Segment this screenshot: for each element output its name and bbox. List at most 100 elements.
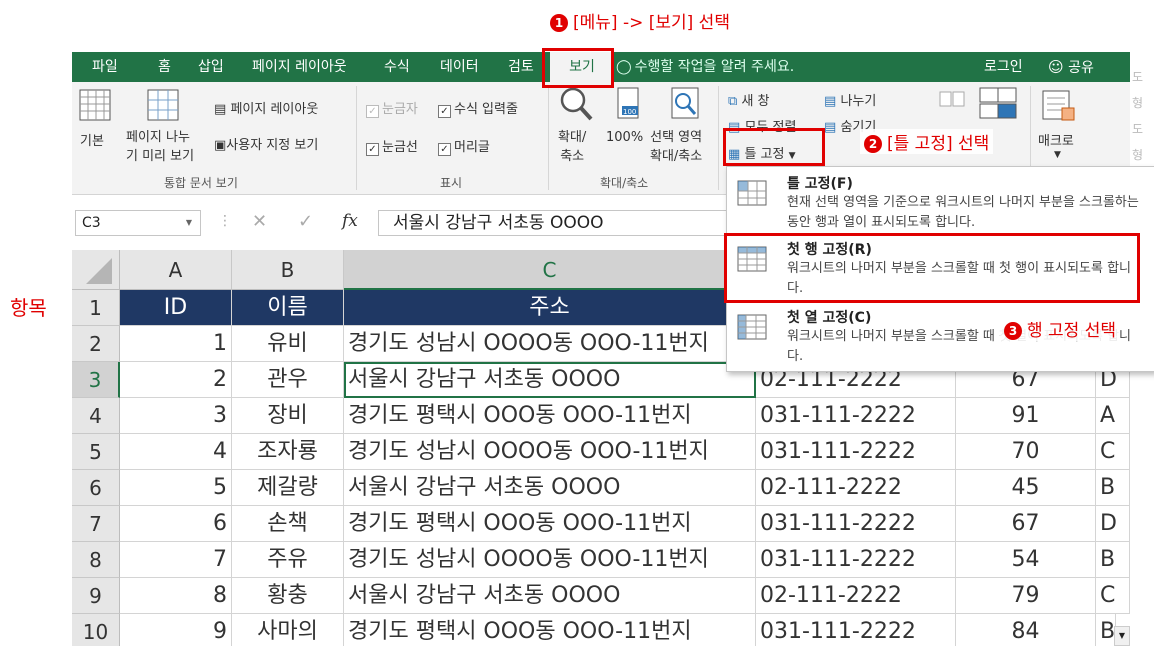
cell-address[interactable]: 경기도 성남시 OOOO동 OOO-11번지 xyxy=(344,326,756,362)
cell-grade[interactable]: B xyxy=(1096,614,1116,646)
formula-bar-checkbox[interactable]: ✓ 수식 입력줄 xyxy=(438,98,518,118)
row-header[interactable]: 5 xyxy=(72,434,120,470)
enter-check-icon[interactable]: ✓ xyxy=(298,211,313,232)
split-button[interactable]: ▤ 나누기 xyxy=(824,90,876,109)
cell-phone[interactable]: 031-111-2222 xyxy=(756,434,956,470)
gridlines-checkbox[interactable]: ✓ 눈금선 xyxy=(366,136,418,156)
cell-address[interactable]: 경기도 평택시 OOO동 OOO-11번지 xyxy=(344,614,756,646)
chevron-down-icon[interactable]: ▼ xyxy=(186,211,192,235)
tab-file[interactable]: 파일 xyxy=(92,52,118,82)
page-layout-view-button[interactable]: ▤ 페이지 레이아웃 xyxy=(214,98,318,117)
tab-home[interactable]: 홈 xyxy=(158,52,171,82)
zoom-selection-icon[interactable] xyxy=(668,86,702,122)
tab-data[interactable]: 데이터 xyxy=(440,52,479,82)
cell-id[interactable]: 8 xyxy=(120,578,232,614)
macro-button[interactable]: 매크로 xyxy=(1038,130,1074,149)
zoom-magnifier-icon[interactable] xyxy=(558,86,594,122)
chevron-down-icon[interactable]: ▼ xyxy=(1054,150,1061,160)
cell-address[interactable]: 경기도 평택시 OOO동 OOO-11번지 xyxy=(344,506,756,542)
share-button[interactable]: ☺ 공유 xyxy=(1048,52,1094,82)
cell-phone[interactable]: 031-111-2222 xyxy=(756,542,956,578)
cell-address[interactable]: 경기도 평택시 OOO동 OOO-11번지 xyxy=(344,398,756,434)
scroll-down-arrow-icon[interactable]: ▼ xyxy=(1114,626,1130,646)
cell-name[interactable]: 관우 xyxy=(232,362,344,398)
header-cell-name[interactable]: 이름 xyxy=(232,290,344,326)
cell-phone[interactable]: 031-111-2222 xyxy=(756,614,956,646)
cell-id[interactable]: 5 xyxy=(120,470,232,506)
cell-score[interactable]: 70 xyxy=(956,434,1096,470)
row-header[interactable]: 6 xyxy=(72,470,120,506)
zoom-button[interactable]: 확대/ 축소 xyxy=(558,128,586,166)
row-header[interactable]: 8 xyxy=(72,542,120,578)
cell-score[interactable]: 45 xyxy=(956,470,1096,506)
tab-review[interactable]: 검토 xyxy=(508,52,534,82)
tell-me-box[interactable]: ◯ 수행할 작업을 알려 주세요. xyxy=(616,52,794,82)
cell-grade[interactable]: A xyxy=(1096,398,1130,434)
row-header[interactable]: 2 xyxy=(72,326,120,362)
cell-name[interactable]: 사마의 xyxy=(232,614,344,646)
cell-score[interactable]: 67 xyxy=(956,506,1096,542)
cell-name[interactable]: 유비 xyxy=(232,326,344,362)
cell-id[interactable]: 1 xyxy=(120,326,232,362)
cell-score[interactable]: 84 xyxy=(956,614,1096,646)
cell-phone[interactable]: 02-111-2222 xyxy=(756,470,956,506)
zoom-100-icon[interactable]: 100 xyxy=(612,86,642,122)
cell-address-selected[interactable]: 서울시 강남구 서초동 OOOO xyxy=(344,362,756,398)
row-header[interactable]: 4 xyxy=(72,398,120,434)
header-cell-address[interactable]: 주소 xyxy=(344,290,756,326)
tab-page-layout[interactable]: 페이지 레이아웃 xyxy=(252,52,347,82)
cell-phone[interactable]: 031-111-2222 xyxy=(756,506,956,542)
cell-grade[interactable]: D xyxy=(1096,506,1130,542)
name-box[interactable]: C3 ▼ xyxy=(75,210,201,236)
insert-function-icon[interactable]: fx xyxy=(342,211,358,231)
headings-checkbox[interactable]: ✓ 머리글 xyxy=(438,136,490,156)
cell-name[interactable]: 장비 xyxy=(232,398,344,434)
ruler-checkbox[interactable]: ✓ 눈금자 xyxy=(366,98,418,118)
cell-address[interactable]: 서울시 강남구 서초동 OOOO xyxy=(344,578,756,614)
cell-id[interactable]: 7 xyxy=(120,542,232,578)
header-cell-id[interactable]: ID xyxy=(120,290,232,326)
cell-grade[interactable]: C xyxy=(1096,578,1130,614)
cell-address[interactable]: 경기도 성남시 OOOO동 OOO-11번지 xyxy=(344,434,756,470)
normal-view-button[interactable] xyxy=(78,88,112,122)
row-header[interactable]: 7 xyxy=(72,506,120,542)
column-header-a[interactable]: A xyxy=(120,250,232,290)
cell-id[interactable]: 6 xyxy=(120,506,232,542)
view-side-by-side-icon[interactable] xyxy=(938,88,968,118)
column-header-b[interactable]: B xyxy=(232,250,344,290)
cell-name[interactable]: 손책 xyxy=(232,506,344,542)
macro-icon[interactable] xyxy=(1040,88,1076,124)
cell-name[interactable]: 제갈량 xyxy=(232,470,344,506)
cell-score[interactable]: 91 xyxy=(956,398,1096,434)
cell-name[interactable]: 황충 xyxy=(232,578,344,614)
cell-phone[interactable]: 031-111-2222 xyxy=(756,398,956,434)
freeze-panes-option[interactable]: 틀 고정(F) 현재 선택 영역을 기준으로 워크시트의 나머지 부분을 스크롤… xyxy=(727,167,1154,233)
page-break-preview-icon[interactable] xyxy=(146,88,180,122)
row-header[interactable]: 3 xyxy=(72,362,120,398)
cell-address[interactable]: 서울시 강남구 서초동 OOOO xyxy=(344,470,756,506)
column-header-c[interactable]: C xyxy=(344,250,756,290)
cell-grade[interactable]: B xyxy=(1096,470,1130,506)
cell-phone[interactable]: 02-111-2222 xyxy=(756,578,956,614)
tab-formulas[interactable]: 수식 xyxy=(384,52,410,82)
zoom-to-selection-button[interactable]: 선택 영역 확대/축소 xyxy=(650,128,702,166)
zoom-100-button[interactable]: 100% xyxy=(606,130,643,145)
cell-grade[interactable]: C xyxy=(1096,434,1130,470)
login-link[interactable]: 로그인 xyxy=(984,52,1023,82)
cell-name[interactable]: 조자룡 xyxy=(232,434,344,470)
page-break-preview-button[interactable]: 페이지 나누 기 미리 보기 xyxy=(126,128,194,166)
cell-id[interactable]: 2 xyxy=(120,362,232,398)
row-header[interactable]: 1 xyxy=(72,290,120,326)
cell-id[interactable]: 3 xyxy=(120,398,232,434)
normal-view-label[interactable]: 기본 xyxy=(80,130,104,149)
switch-windows-icon[interactable] xyxy=(978,86,1018,126)
cell-score[interactable]: 79 xyxy=(956,578,1096,614)
tab-insert[interactable]: 삽입 xyxy=(198,52,224,82)
row-header[interactable]: 10 xyxy=(72,614,120,646)
cancel-icon[interactable]: ✕ xyxy=(252,211,267,232)
cell-name[interactable]: 주유 xyxy=(232,542,344,578)
cell-address[interactable]: 경기도 성남시 OOOO동 OOO-11번지 xyxy=(344,542,756,578)
custom-views-button[interactable]: ▣사용자 지정 보기 xyxy=(214,134,318,153)
cell-id[interactable]: 9 xyxy=(120,614,232,646)
cell-grade[interactable]: B xyxy=(1096,542,1130,578)
